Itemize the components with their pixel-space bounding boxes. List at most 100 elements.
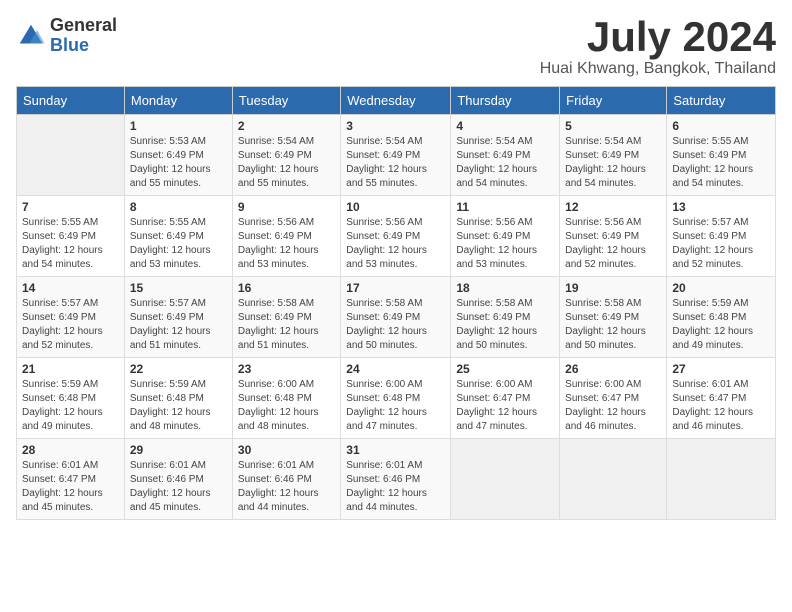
day-number: 21 xyxy=(22,362,119,376)
day-number: 26 xyxy=(565,362,661,376)
calendar-cell xyxy=(17,115,125,196)
day-info: Sunrise: 6:01 AMSunset: 6:46 PMDaylight:… xyxy=(130,459,227,515)
calendar-cell: 19 Sunrise: 5:58 AMSunset: 6:49 PMDayligh… xyxy=(560,277,667,358)
day-info: Sunrise: 5:58 AMSunset: 6:49 PMDaylight:… xyxy=(565,297,661,353)
day-number: 6 xyxy=(672,119,770,133)
calendar-week-row: 1 Sunrise: 5:53 AMSunset: 6:49 PMDaylight… xyxy=(17,115,776,196)
day-info: Sunrise: 6:01 AMSunset: 6:47 PMDaylight:… xyxy=(672,378,770,434)
day-number: 18 xyxy=(456,281,554,295)
day-info: Sunrise: 5:54 AMSunset: 6:49 PMDaylight:… xyxy=(565,135,661,191)
weekday-header: Wednesday xyxy=(341,87,451,115)
calendar-cell: 2 Sunrise: 5:54 AMSunset: 6:49 PMDaylight… xyxy=(232,115,340,196)
day-info: Sunrise: 6:00 AMSunset: 6:47 PMDaylight:… xyxy=(565,378,661,434)
logo-text: General Blue xyxy=(50,16,117,56)
location-title: Huai Khwang, Bangkok, Thailand xyxy=(540,60,776,78)
day-number: 14 xyxy=(22,281,119,295)
day-number: 11 xyxy=(456,200,554,214)
weekday-header: Sunday xyxy=(17,87,125,115)
logo: General Blue xyxy=(16,16,117,56)
logo-blue: Blue xyxy=(50,36,117,56)
calendar-header-row: SundayMondayTuesdayWednesdayThursdayFrid… xyxy=(17,87,776,115)
day-info: Sunrise: 5:59 AMSunset: 6:48 PMDaylight:… xyxy=(672,297,770,353)
day-info: Sunrise: 5:55 AMSunset: 6:49 PMDaylight:… xyxy=(672,135,770,191)
calendar-cell: 11Sunrise: 5:56 AMSunset: 6:49 PMDayligh… xyxy=(451,196,560,277)
day-info: Sunrise: 5:54 AMSunset: 6:49 PMDaylight:… xyxy=(456,135,554,191)
day-number: 27 xyxy=(672,362,770,376)
calendar-table: SundayMondayTuesdayWednesdayThursdayFrid… xyxy=(16,86,776,520)
day-info: Sunrise: 6:00 AMSunset: 6:48 PMDaylight:… xyxy=(238,378,335,434)
day-number: 19 xyxy=(565,281,661,295)
day-info: Sunrise: 5:56 AMSunset: 6:49 PMDaylight:… xyxy=(346,216,445,272)
calendar-cell: 24 Sunrise: 6:00 AMSunset: 6:48 PMDayligh… xyxy=(341,358,451,439)
day-info: Sunrise: 5:58 AMSunset: 6:49 PMDaylight:… xyxy=(238,297,335,353)
calendar-cell: 15Sunrise: 5:57 AMSunset: 6:49 PMDayligh… xyxy=(124,277,232,358)
calendar-cell: 6 Sunrise: 5:55 AMSunset: 6:49 PMDaylight… xyxy=(667,115,776,196)
day-number: 13 xyxy=(672,200,770,214)
calendar-cell: 25 Sunrise: 6:00 AMSunset: 6:47 PMDayligh… xyxy=(451,358,560,439)
weekday-header: Friday xyxy=(560,87,667,115)
day-number: 10 xyxy=(346,200,445,214)
day-number: 1 xyxy=(130,119,227,133)
day-number: 20 xyxy=(672,281,770,295)
calendar-cell: 21 Sunrise: 5:59 AMSunset: 6:48 PMDayligh… xyxy=(17,358,125,439)
day-number: 4 xyxy=(456,119,554,133)
calendar-week-row: 28 Sunrise: 6:01 AMSunset: 6:47 PMDayligh… xyxy=(17,439,776,520)
calendar-cell: 29 Sunrise: 6:01 AMSunset: 6:46 PMDayligh… xyxy=(124,439,232,520)
day-info: Sunrise: 5:54 AMSunset: 6:49 PMDaylight:… xyxy=(238,135,335,191)
month-title: July 2024 xyxy=(540,16,776,58)
day-number: 30 xyxy=(238,443,335,457)
day-number: 9 xyxy=(238,200,335,214)
calendar-cell: 9 Sunrise: 5:56 AMSunset: 6:49 PMDaylight… xyxy=(232,196,340,277)
calendar-cell: 4 Sunrise: 5:54 AMSunset: 6:49 PMDaylight… xyxy=(451,115,560,196)
day-info: Sunrise: 6:01 AMSunset: 6:47 PMDaylight:… xyxy=(22,459,119,515)
day-number: 31 xyxy=(346,443,445,457)
day-info: Sunrise: 6:01 AMSunset: 6:46 PMDaylight:… xyxy=(238,459,335,515)
weekday-header: Tuesday xyxy=(232,87,340,115)
calendar-cell: 3Sunrise: 5:54 AMSunset: 6:49 PMDaylight… xyxy=(341,115,451,196)
day-info: Sunrise: 5:53 AMSunset: 6:49 PMDaylight:… xyxy=(130,135,227,191)
logo-icon xyxy=(16,21,46,51)
weekday-header: Thursday xyxy=(451,87,560,115)
calendar-cell: 30 Sunrise: 6:01 AMSunset: 6:46 PMDayligh… xyxy=(232,439,340,520)
day-info: Sunrise: 5:58 AMSunset: 6:49 PMDaylight:… xyxy=(456,297,554,353)
day-info: Sunrise: 5:56 AMSunset: 6:49 PMDaylight:… xyxy=(238,216,335,272)
calendar-cell: 5 Sunrise: 5:54 AMSunset: 6:49 PMDaylight… xyxy=(560,115,667,196)
header: General Blue July 2024 Huai Khwang, Bang… xyxy=(16,16,776,78)
day-info: Sunrise: 6:00 AMSunset: 6:47 PMDaylight:… xyxy=(456,378,554,434)
day-info: Sunrise: 5:57 AMSunset: 6:49 PMDaylight:… xyxy=(22,297,119,353)
day-number: 16 xyxy=(238,281,335,295)
weekday-header: Saturday xyxy=(667,87,776,115)
logo-general: General xyxy=(50,16,117,36)
calendar-cell: 20 Sunrise: 5:59 AMSunset: 6:48 PMDayligh… xyxy=(667,277,776,358)
calendar-cell xyxy=(451,439,560,520)
calendar-cell: 13Sunrise: 5:57 AMSunset: 6:49 PMDayligh… xyxy=(667,196,776,277)
calendar-cell: 1 Sunrise: 5:53 AMSunset: 6:49 PMDaylight… xyxy=(124,115,232,196)
calendar-cell: 14 Sunrise: 5:57 AMSunset: 6:49 PMDayligh… xyxy=(17,277,125,358)
day-number: 5 xyxy=(565,119,661,133)
calendar-cell: 17Sunrise: 5:58 AMSunset: 6:49 PMDayligh… xyxy=(341,277,451,358)
calendar-week-row: 7Sunrise: 5:55 AMSunset: 6:49 PMDaylight… xyxy=(17,196,776,277)
weekday-header: Monday xyxy=(124,87,232,115)
day-number: 23 xyxy=(238,362,335,376)
calendar-cell: 18 Sunrise: 5:58 AMSunset: 6:49 PMDayligh… xyxy=(451,277,560,358)
calendar-cell: 12 Sunrise: 5:56 AMSunset: 6:49 PMDayligh… xyxy=(560,196,667,277)
day-number: 2 xyxy=(238,119,335,133)
day-info: Sunrise: 6:00 AMSunset: 6:48 PMDaylight:… xyxy=(346,378,445,434)
day-info: Sunrise: 5:58 AMSunset: 6:49 PMDaylight:… xyxy=(346,297,445,353)
day-number: 3 xyxy=(346,119,445,133)
calendar-cell: 26 Sunrise: 6:00 AMSunset: 6:47 PMDayligh… xyxy=(560,358,667,439)
day-number: 28 xyxy=(22,443,119,457)
day-number: 24 xyxy=(346,362,445,376)
day-number: 29 xyxy=(130,443,227,457)
day-number: 12 xyxy=(565,200,661,214)
day-number: 25 xyxy=(456,362,554,376)
calendar-week-row: 14 Sunrise: 5:57 AMSunset: 6:49 PMDayligh… xyxy=(17,277,776,358)
day-info: Sunrise: 5:55 AMSunset: 6:49 PMDaylight:… xyxy=(22,216,119,272)
calendar-cell: 7Sunrise: 5:55 AMSunset: 6:49 PMDaylight… xyxy=(17,196,125,277)
day-info: Sunrise: 5:56 AMSunset: 6:49 PMDaylight:… xyxy=(565,216,661,272)
calendar-cell: 8Sunrise: 5:55 AMSunset: 6:49 PMDaylight… xyxy=(124,196,232,277)
calendar-body: 1 Sunrise: 5:53 AMSunset: 6:49 PMDaylight… xyxy=(17,115,776,520)
calendar-cell xyxy=(667,439,776,520)
day-info: Sunrise: 5:59 AMSunset: 6:48 PMDaylight:… xyxy=(22,378,119,434)
calendar-cell: 22Sunrise: 5:59 AMSunset: 6:48 PMDayligh… xyxy=(124,358,232,439)
